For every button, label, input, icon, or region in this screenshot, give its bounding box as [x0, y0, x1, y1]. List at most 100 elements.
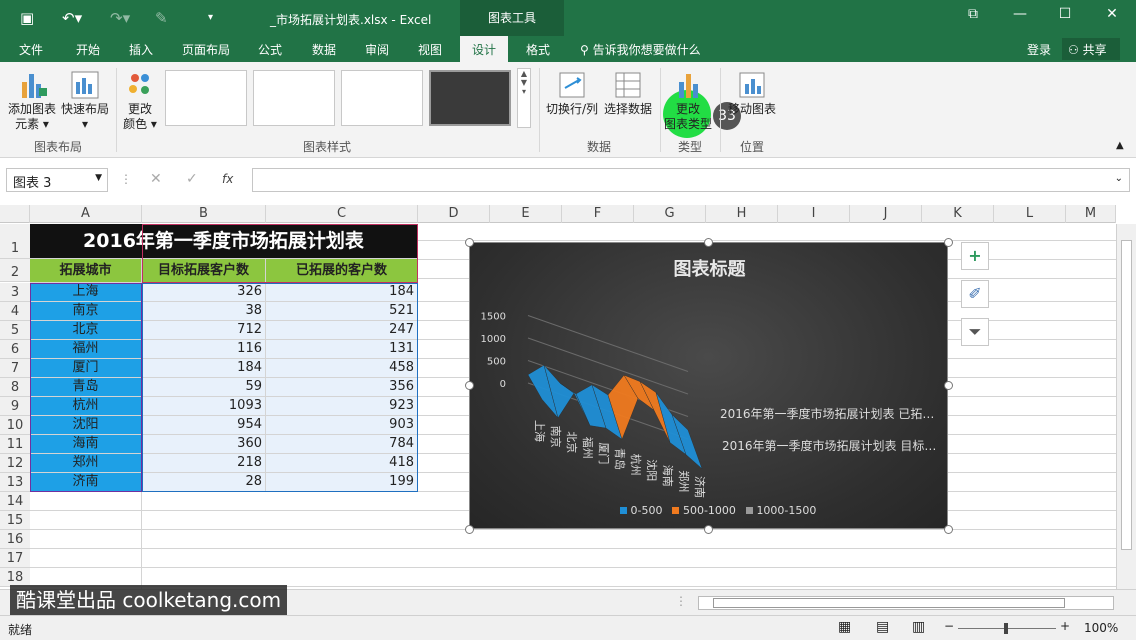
resize-handle[interactable]	[944, 238, 953, 247]
row-header[interactable]: 8	[0, 378, 30, 397]
chart-style-1[interactable]	[165, 70, 247, 126]
chart-area[interactable]: 图表标题 1500 1000 500 0 上海 南京 北京 福州 厦门 青岛 杭州 沈阳 海南 郑州 济南 …	[469, 242, 948, 529]
chart-style-2[interactable]	[253, 70, 335, 126]
page-break-view-icon[interactable]: ▥	[912, 619, 925, 635]
tab-split-grip-icon[interactable]: ⋮	[675, 594, 687, 608]
column-header[interactable]: B	[142, 205, 266, 223]
save-icon[interactable]: ▣	[20, 9, 34, 27]
name-box-value: 图表 3	[13, 176, 52, 191]
switch-row-column-button[interactable]: 切换行/列	[544, 70, 600, 117]
resize-handle[interactable]	[944, 381, 953, 390]
column-header[interactable]: G	[634, 205, 706, 223]
column-header[interactable]: A	[30, 205, 142, 223]
resize-handle[interactable]	[704, 525, 713, 534]
page-layout-view-icon[interactable]: ▤	[876, 619, 889, 635]
chart-style-4-selected[interactable]	[429, 70, 511, 126]
row-header[interactable]: 2	[0, 259, 30, 282]
zoom-slider-thumb[interactable]	[1004, 623, 1008, 634]
column-header[interactable]: K	[922, 205, 994, 223]
row-header[interactable]: 13	[0, 473, 30, 492]
name-box[interactable]: 图表 3 ▼	[6, 168, 108, 192]
quick-layout-button[interactable]: 快速布局 ▾	[60, 70, 110, 132]
maximize-button[interactable]: ☐	[1050, 6, 1080, 22]
resize-handle[interactable]	[704, 238, 713, 247]
tab-page-layout[interactable]: 页面布局	[182, 41, 230, 58]
resize-handle[interactable]	[944, 525, 953, 534]
resize-handle[interactable]	[465, 238, 474, 247]
customize-qat-icon[interactable]: ▾	[208, 12, 213, 23]
chart-legend[interactable]: 0-500 500-1000 1000-1500	[620, 504, 816, 517]
close-button[interactable]: ✕	[1097, 6, 1127, 22]
resize-handle[interactable]	[465, 381, 474, 390]
column-header[interactable]: E	[490, 205, 562, 223]
ribbon-display-icon[interactable]: ⧉	[958, 6, 988, 22]
name-box-dropdown-icon[interactable]: ▼	[95, 173, 102, 183]
horizontal-scroll-thumb[interactable]	[713, 598, 1065, 608]
login-link[interactable]: 登录	[1027, 41, 1051, 58]
row-header[interactable]: 4	[0, 302, 30, 321]
tab-format[interactable]: 格式	[526, 41, 550, 58]
zoom-out-icon[interactable]: −	[944, 619, 954, 633]
undo-icon[interactable]: ↶▾	[62, 9, 82, 27]
tab-view[interactable]: 视图	[418, 41, 442, 58]
zoom-in-icon[interactable]: +	[1060, 619, 1070, 633]
column-header[interactable]: H	[706, 205, 778, 223]
change-colors-button[interactable]: 更改 颜色 ▾	[120, 70, 160, 132]
tab-file[interactable]: 文件	[19, 41, 43, 58]
row-header[interactable]: 12	[0, 454, 30, 473]
cancel-icon[interactable]: ✕	[150, 171, 162, 187]
collapse-ribbon-icon[interactable]: ▲	[1116, 140, 1124, 151]
add-chart-element-button[interactable]: 添加图表 元素 ▾	[6, 70, 58, 132]
row-header[interactable]: 1	[0, 224, 30, 259]
tab-home[interactable]: 开始	[76, 41, 100, 58]
chart-styles-brush-icon[interactable]: ✐	[961, 280, 989, 308]
normal-view-icon[interactable]: ▦	[838, 619, 851, 635]
column-header[interactable]: I	[778, 205, 850, 223]
row-header[interactable]: 15	[0, 511, 30, 530]
row-header[interactable]: 6	[0, 340, 30, 359]
row-header[interactable]: 16	[0, 530, 30, 549]
zoom-level[interactable]: 100%	[1084, 621, 1118, 635]
column-header[interactable]: D	[418, 205, 490, 223]
move-chart-button[interactable]: 移动图表	[724, 70, 780, 117]
row-header[interactable]: 3	[0, 283, 30, 302]
chart-filter-icon[interactable]: ⏷	[961, 318, 989, 346]
column-header[interactable]: J	[850, 205, 922, 223]
vertical-scrollbar[interactable]	[1116, 224, 1136, 589]
column-header[interactable]: L	[994, 205, 1066, 223]
tab-review[interactable]: 审阅	[365, 41, 389, 58]
select-all-corner[interactable]	[0, 205, 30, 223]
tab-formulas[interactable]: 公式	[258, 41, 282, 58]
vertical-scroll-thumb[interactable]	[1121, 240, 1132, 550]
chart-elements-plus-icon[interactable]: +	[961, 242, 989, 270]
chart-style-3[interactable]	[341, 70, 423, 126]
enter-icon[interactable]: ✓	[186, 171, 198, 187]
row-header[interactable]: 7	[0, 359, 30, 378]
column-header[interactable]: C	[266, 205, 418, 223]
format-painter-icon[interactable]: ✎	[155, 9, 168, 27]
row-header[interactable]: 5	[0, 321, 30, 340]
row-header[interactable]: 17	[0, 549, 30, 568]
column-header[interactable]: M	[1066, 205, 1116, 223]
gallery-scroll[interactable]: ▲ ▼ ▾	[517, 68, 531, 128]
tell-me-search[interactable]: ⚲ 告诉我你想要做什么	[580, 41, 701, 58]
tab-data[interactable]: 数据	[312, 41, 336, 58]
fx-icon[interactable]: fx	[222, 172, 233, 186]
horizontal-scrollbar[interactable]	[698, 596, 1114, 610]
share-button[interactable]: ⚇ 共享	[1062, 38, 1120, 60]
row-header[interactable]: 9	[0, 397, 30, 416]
row-header[interactable]: 14	[0, 492, 30, 511]
row-header[interactable]: 11	[0, 435, 30, 454]
header-cell[interactable]: 拓展城市	[30, 259, 142, 283]
tab-insert[interactable]: 插入	[129, 41, 153, 58]
column-header[interactable]: F	[562, 205, 634, 223]
formula-expand-icon[interactable]: ⌄	[1115, 173, 1123, 184]
tab-design[interactable]: 设计	[460, 36, 509, 62]
redo-icon[interactable]: ↷▾	[110, 9, 130, 27]
minimize-button[interactable]: —	[1005, 6, 1035, 22]
select-data-button[interactable]: 选择数据	[602, 70, 654, 117]
formula-input[interactable]: ⌄	[252, 168, 1130, 192]
row-header[interactable]: 10	[0, 416, 30, 435]
resize-handle[interactable]	[465, 525, 474, 534]
change-chart-type-button[interactable]: 更改 图表类型	[662, 70, 714, 132]
